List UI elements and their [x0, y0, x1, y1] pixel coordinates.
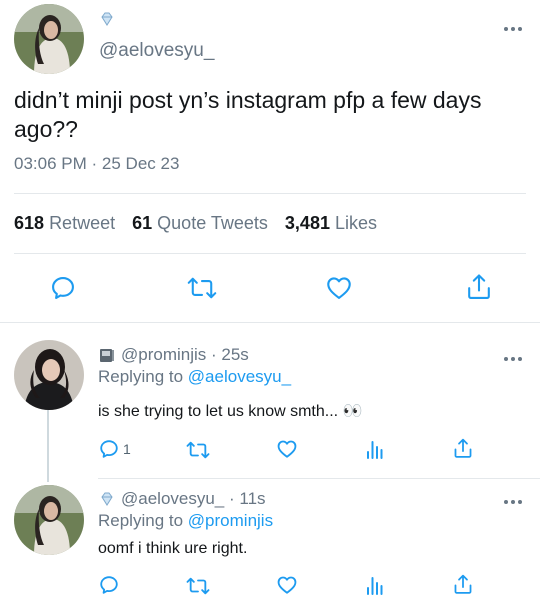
reply-count: 1 [123, 441, 131, 457]
replying-to-link[interactable]: @aelovesyu_ [188, 367, 291, 386]
share-icon [468, 274, 490, 299]
reply-header: @prominjis · 25s [121, 345, 249, 365]
replying-to-prefix: Replying to [98, 511, 184, 530]
retweet-icon [187, 277, 217, 299]
retweets-count: 618 [14, 213, 45, 233]
retweets-label: Retweet [49, 213, 116, 233]
analytics-icon [367, 441, 383, 459]
tweet-text: didn’t minji post yn’s instagram pfp a f… [14, 87, 482, 142]
quotes-count: 61 [132, 213, 153, 233]
emoji-badge-icon [99, 491, 115, 507]
likes-count: 3,481 [284, 213, 330, 233]
heart-icon [277, 440, 297, 458]
share-icon [454, 438, 472, 458]
reply-icon [100, 440, 118, 458]
share-button[interactable] [465, 272, 493, 302]
divider [0, 322, 540, 323]
emoji-badge-icon [99, 11, 115, 27]
reply-icon [100, 576, 118, 594]
tweet-date: 25 Dec 23 [101, 154, 180, 173]
tweet-time: 03:06 PM [14, 154, 87, 173]
replying-to: Replying to @prominjis [98, 511, 273, 531]
tweet-stats: 618 Retweet 61 Quote Tweets 3,481 Likes [14, 213, 377, 234]
reply-time: · 11s [229, 489, 266, 508]
likes-stat[interactable]: 3,481 Likes [285, 213, 377, 233]
avatar[interactable] [14, 4, 84, 74]
more-options-icon[interactable] [502, 20, 524, 38]
share-icon [454, 574, 472, 594]
share-button[interactable] [452, 437, 474, 460]
quotes-label: Quote Tweets [157, 213, 268, 233]
avatar-photo [14, 485, 84, 555]
like-button[interactable] [276, 574, 298, 596]
more-options-icon[interactable] [502, 493, 524, 511]
retweet-button[interactable] [186, 439, 210, 461]
divider [98, 478, 540, 479]
avatar[interactable] [14, 340, 84, 410]
reply-button[interactable] [98, 574, 123, 596]
reply-handle[interactable]: @aelovesyu_ [121, 489, 224, 508]
reply-text: oomf i think ure right. [98, 540, 248, 557]
retweet-button[interactable] [186, 575, 210, 597]
analytics-icon [367, 577, 383, 595]
analytics-button[interactable] [366, 438, 384, 460]
avatar[interactable] [14, 485, 84, 555]
like-button[interactable] [325, 274, 353, 302]
book-badge-icon [99, 348, 115, 363]
more-options-icon[interactable] [502, 350, 524, 368]
tweet-timestamp: 03:06 PM · 25 Dec 23 [14, 154, 179, 174]
quotes-stat[interactable]: 61 Quote Tweets [132, 213, 273, 233]
replying-to-prefix: Replying to [98, 367, 184, 386]
analytics-button[interactable] [366, 574, 384, 596]
reply-icon [52, 277, 74, 299]
reply-time: · 25s [211, 345, 249, 364]
retweet-icon [186, 441, 210, 459]
heart-icon [277, 576, 297, 594]
retweet-button[interactable] [187, 274, 217, 302]
tweet-handle[interactable]: @aelovesyu_ [99, 40, 214, 62]
thread-line [47, 410, 49, 482]
likes-label: Likes [334, 213, 378, 233]
avatar-photo [14, 340, 84, 410]
share-button[interactable] [452, 573, 474, 596]
reply-handle[interactable]: @prominjis [121, 345, 206, 364]
divider [14, 193, 526, 194]
heart-icon [327, 277, 351, 299]
replying-to: Replying to @aelovesyu_ [98, 367, 291, 387]
reply-header: @aelovesyu_ · 11s [121, 489, 266, 509]
retweets-stat[interactable]: 618 Retweet [14, 213, 120, 233]
replying-to-link[interactable]: @prominjis [188, 511, 273, 530]
reply-button[interactable]: 1 [98, 438, 131, 460]
avatar-photo [14, 4, 84, 74]
retweet-icon [186, 577, 210, 595]
reply-text: is she trying to let us know smth... 👀 [98, 403, 363, 420]
date-separator: · [91, 154, 98, 173]
like-button[interactable] [276, 438, 298, 460]
divider [14, 253, 526, 254]
reply-button[interactable] [49, 274, 77, 302]
